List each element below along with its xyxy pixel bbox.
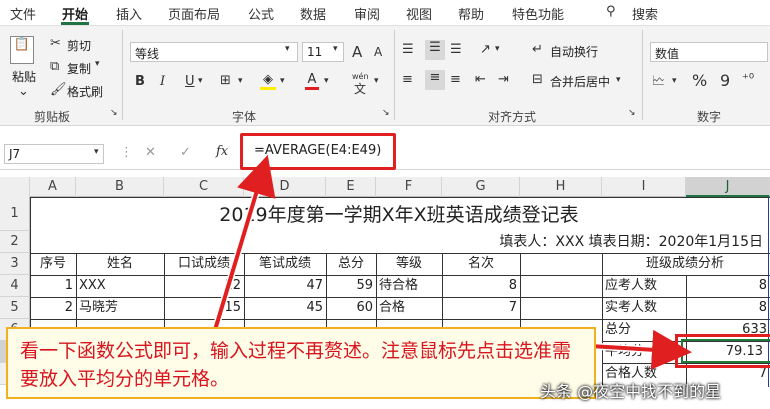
- annotation-callout: 看一下函数公式即可，输入过程不再赘述。注意鼠标先点击选准需要放入平均分的单元格。: [6, 327, 596, 399]
- watermark: 头条 @夜空中找不到的星: [540, 382, 722, 401]
- arrow-to-formula: [213, 154, 276, 331]
